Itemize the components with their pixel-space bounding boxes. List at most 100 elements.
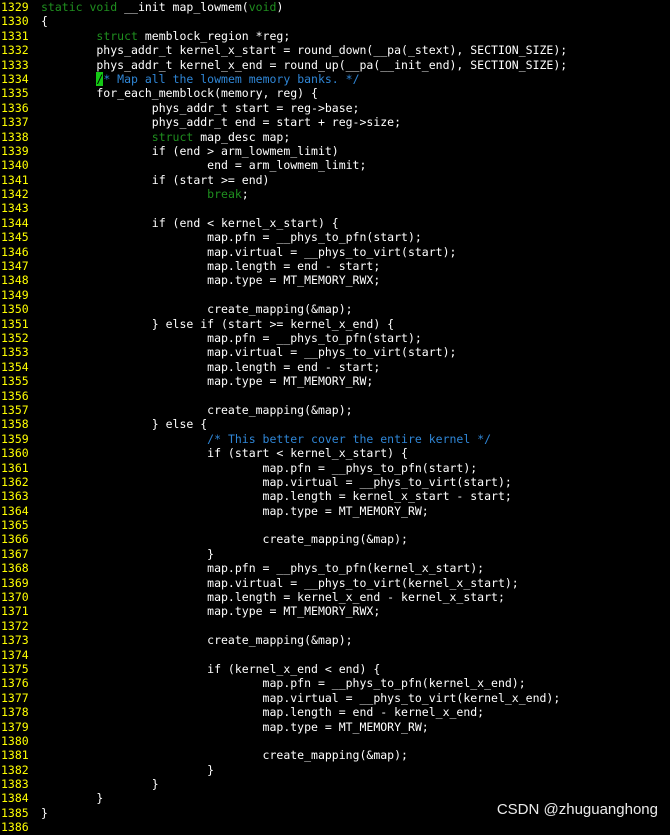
code-line: 1359 /* This better cover the entire ker…	[0, 432, 670, 446]
line-number: 1385	[1, 805, 29, 820]
code-token: for_each_memblock(memory, reg) {	[41, 86, 318, 101]
code-token: phys_addr_t start = reg->base;	[41, 100, 360, 115]
code-keyword: void	[248, 0, 277, 14]
line-text: create_mapping(&map);	[41, 748, 408, 762]
code-token: } else {	[41, 417, 208, 432]
code-token: if (end > arm_lowmem_limit)	[41, 143, 339, 158]
line-text: /* This better cover the entire kernel *…	[41, 432, 491, 446]
line-text: map.pfn = __phys_to_pfn(start);	[41, 230, 422, 244]
code-line: 1342 break;	[0, 187, 670, 201]
code-line: 1345 map.pfn = __phys_to_pfn(start);	[0, 230, 670, 244]
line-text: map.length = end - start;	[41, 360, 380, 374]
line-text: phys_addr_t start = reg->base;	[41, 101, 360, 115]
code-token: create_mapping(&map);	[41, 532, 408, 547]
code-token: map.length = end - start;	[41, 259, 381, 274]
line-text: phys_addr_t end = start + reg->size;	[41, 115, 401, 129]
code-line: 1382 }	[0, 763, 670, 777]
code-token: memblock_region *reg;	[137, 28, 291, 43]
code-token: map.type = MT_MEMORY_RWX;	[41, 273, 381, 288]
line-number: 1343	[1, 201, 29, 216]
line-number: 1340	[1, 158, 29, 173]
code-editor[interactable]: 1329 static void __init map_lowmem(void) 1…	[0, 0, 670, 835]
code-line: 1330 {	[0, 14, 670, 28]
code-token: map.pfn = __phys_to_pfn(kernel_x_start);	[41, 561, 485, 576]
csdn-watermark: CSDN @zhuguanghong	[496, 801, 658, 818]
line-text: create_mapping(&map);	[41, 403, 352, 417]
code-line: 1343	[0, 201, 670, 215]
line-text: map.pfn = __phys_to_pfn(kernel_x_start);	[41, 561, 484, 575]
code-line: 1377 map.virtual = __phys_to_virt(kernel…	[0, 691, 670, 705]
code-line: 1380	[0, 734, 670, 748]
line-number: 1368	[1, 561, 29, 576]
line-number: 1337	[1, 115, 29, 130]
line-number: 1362	[1, 474, 29, 489]
line-number: 1333	[1, 57, 29, 72]
line-number: 1381	[1, 748, 29, 763]
line-number: 1356	[1, 388, 29, 403]
code-comment: * Map all the lowmem memory banks. */	[103, 71, 360, 86]
line-number: 1353	[1, 345, 29, 360]
code-token: end = arm_lowmem_limit;	[41, 158, 367, 173]
line-text: map.type = MT_MEMORY_RWX;	[41, 604, 380, 618]
code-token: phys_addr_t kernel_x_start = round_down(…	[41, 43, 568, 58]
line-number: 1375	[1, 661, 29, 676]
line-number: 1349	[1, 287, 29, 302]
code-keyword: struct	[151, 129, 194, 144]
line-text: }	[41, 777, 159, 791]
line-number: 1341	[1, 172, 29, 187]
line-number: 1335	[1, 86, 29, 101]
line-number: 1331	[1, 28, 29, 43]
line-text: }	[41, 763, 214, 777]
line-number: 1346	[1, 244, 29, 259]
line-text: map.virtual = __phys_to_virt(start);	[41, 345, 456, 359]
code-line: 1349	[0, 288, 670, 302]
line-text: if (end > arm_lowmem_limit)	[41, 144, 339, 158]
code-token: create_mapping(&map);	[41, 633, 353, 648]
code-line: 1364 map.type = MT_MEMORY_RW;	[0, 504, 670, 518]
line-number: 1369	[1, 575, 29, 590]
line-number: 1345	[1, 230, 29, 245]
code-token: }	[41, 805, 48, 820]
code-line: 1378 map.length = end - kernel_x_end;	[0, 705, 670, 719]
line-text: }	[41, 547, 214, 561]
line-text: map.virtual = __phys_to_virt(start);	[41, 245, 456, 259]
code-line: 1331 struct memblock_region *reg;	[0, 29, 670, 43]
line-number: 1365	[1, 518, 29, 533]
code-line: 1336 phys_addr_t start = reg->base;	[0, 101, 670, 115]
line-text: map.pfn = __phys_to_pfn(kernel_x_end);	[41, 676, 526, 690]
code-line: 1332 phys_addr_t kernel_x_start = round_…	[0, 43, 670, 57]
line-text: if (end < kernel_x_start) {	[41, 216, 339, 230]
code-line: 1354 map.length = end - start;	[0, 360, 670, 374]
line-number: 1338	[1, 129, 29, 144]
line-number: 1367	[1, 546, 29, 561]
line-number: 1370	[1, 590, 29, 605]
line-number: 1379	[1, 719, 29, 734]
code-token: map.length = end - start;	[41, 359, 381, 374]
code-token: map.type = MT_MEMORY_RW;	[41, 719, 429, 734]
line-number: 1363	[1, 489, 29, 504]
line-text: } else {	[41, 417, 207, 431]
line-text: map.length = end - kernel_x_end;	[41, 705, 485, 719]
line-text: phys_addr_t kernel_x_start = round_down(…	[41, 43, 567, 57]
code-line: 1344 if (end < kernel_x_start) {	[0, 216, 670, 230]
line-number: 1347	[1, 259, 29, 274]
line-text: for_each_memblock(memory, reg) {	[41, 86, 318, 100]
line-number: 1386	[1, 820, 29, 835]
line-number: 1334	[1, 71, 29, 86]
code-line: 1335 for_each_memblock(memory, reg) {	[0, 86, 670, 100]
line-text: create_mapping(&map);	[41, 302, 352, 316]
code-line: 1337 phys_addr_t end = start + reg->size…	[0, 115, 670, 129]
code-line: 1352 map.pfn = __phys_to_pfn(start);	[0, 331, 670, 345]
line-text: map.virtual = __phys_to_virt(start);	[41, 475, 512, 489]
line-text: map.length = kernel_x_end - kernel_x_sta…	[41, 590, 505, 604]
code-token: map.length = kernel_x_end - kernel_x_sta…	[41, 590, 505, 605]
code-token: map.type = MT_MEMORY_RW;	[41, 374, 374, 389]
line-number: 1350	[1, 302, 29, 317]
line-text: map.type = MT_MEMORY_RW;	[41, 720, 429, 734]
line-text: /* Map all the lowmem memory banks. */	[41, 71, 360, 86]
code-line: 1338 struct map_desc map;	[0, 130, 670, 144]
code-line: 1339 if (end > arm_lowmem_limit)	[0, 144, 670, 158]
code-line: 1375 if (kernel_x_end < end) {	[0, 662, 670, 676]
